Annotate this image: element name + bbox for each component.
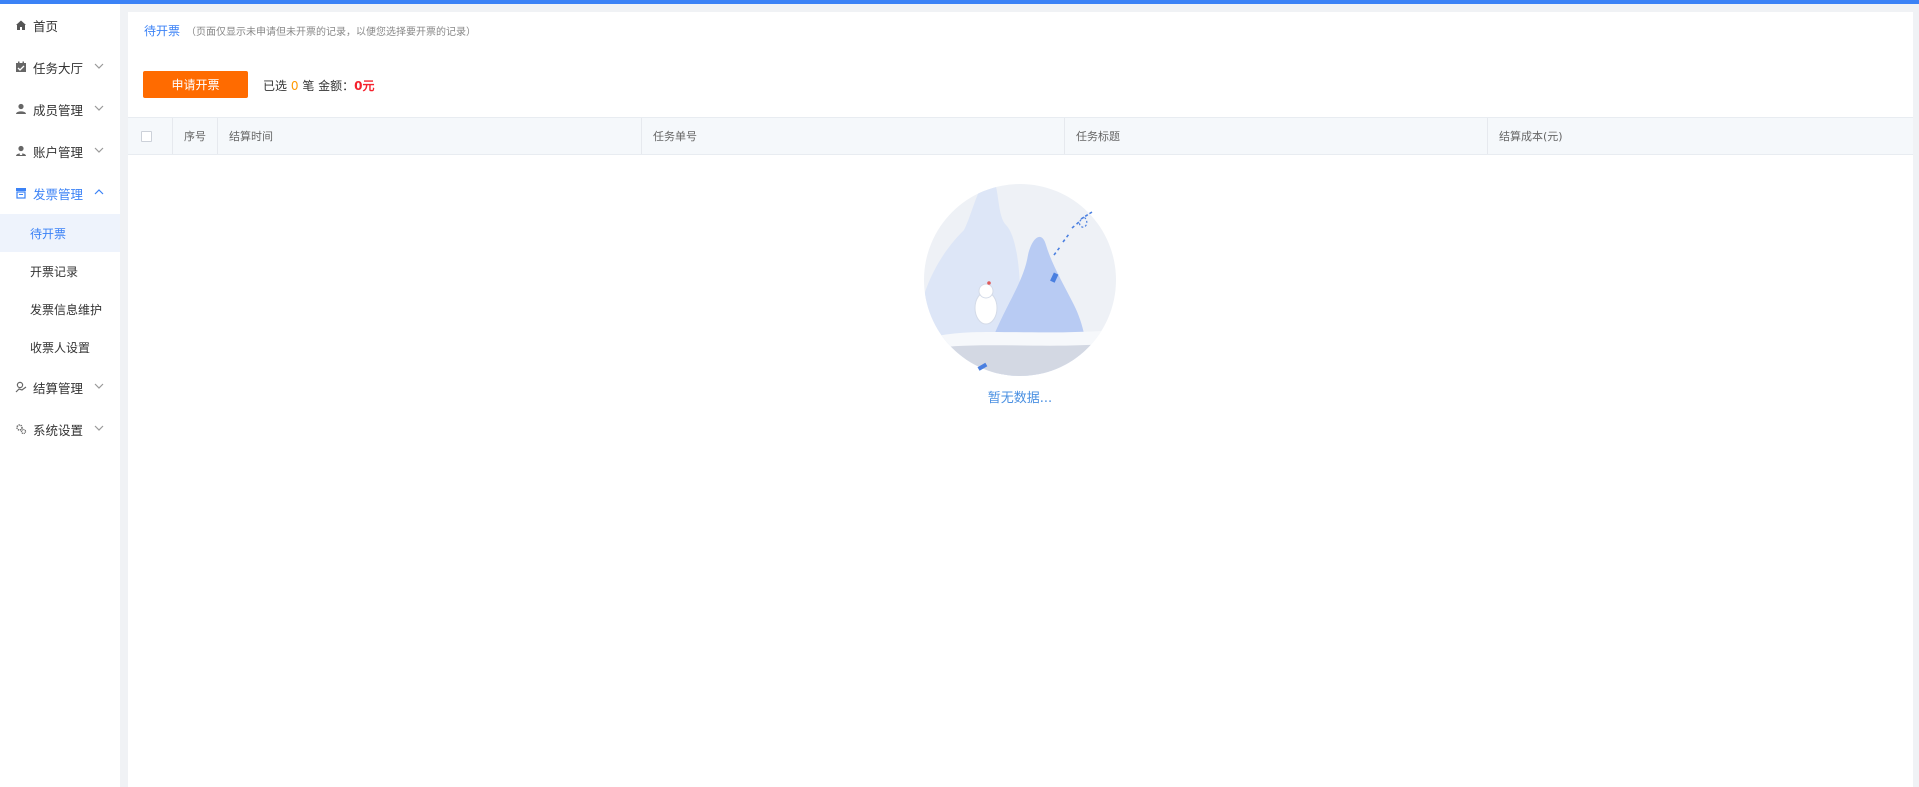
gear-icon [14, 422, 28, 436]
sidebar-subitem-invoice-info[interactable]: 发票信息维护 [0, 290, 120, 328]
page-title: 待开票 [144, 24, 181, 38]
selection-summary: 已选 0 笔 金额：0元 [263, 77, 375, 94]
column-header-index: 序号 [173, 118, 218, 154]
chevron-up-icon [92, 185, 106, 199]
empty-state-text: 暂无数据... [987, 391, 1053, 406]
selected-unit: 笔 金额： [302, 79, 355, 93]
settlement-icon [14, 380, 28, 394]
sidebar-item-accounts[interactable]: 账户管理 [0, 130, 120, 172]
sidebar-item-label: 系统设置 [33, 422, 84, 438]
sidebar-item-invoices[interactable]: 发票管理 [0, 172, 120, 214]
sidebar-item-members[interactable]: 成员管理 [0, 88, 120, 130]
column-header-task-title: 任务标题 [1065, 118, 1488, 154]
task-icon [14, 60, 28, 74]
sidebar-subitem-pending-invoice[interactable]: 待开票 [0, 214, 120, 252]
sidebar-item-label: 发票管理 [33, 186, 84, 202]
sidebar-subitem-invoice-records[interactable]: 开票记录 [0, 252, 120, 290]
member-icon [14, 102, 28, 116]
sidebar-item-label: 首页 [33, 18, 59, 34]
header-select-cell [128, 118, 173, 154]
sidebar-item-task-hall[interactable]: 任务大厅 [0, 46, 120, 88]
sidebar-item-settlement[interactable]: 结算管理 [0, 366, 120, 408]
chevron-down-icon [92, 143, 106, 157]
home-icon [14, 18, 28, 32]
sidebar-subitem-recipient-settings[interactable]: 收票人设置 [0, 328, 120, 366]
account-icon [14, 144, 28, 158]
table-header: 序号 结算时间 任务单号 任务标题 结算成本(元) [128, 117, 1913, 155]
sidebar: 首页 任务大厅 成员管理 账户管理 发票管理 待开票 开票记录 发票信息维护 收… [0, 4, 120, 787]
sidebar-subitem-label: 发票信息维护 [30, 302, 103, 317]
apply-invoice-button[interactable]: 申请开票 [143, 71, 248, 98]
chevron-down-icon [92, 379, 106, 393]
chevron-down-icon [92, 421, 106, 435]
sidebar-item-label: 成员管理 [33, 102, 84, 118]
column-header-settle-cost: 结算成本(元) [1499, 130, 1563, 143]
chevron-down-icon [92, 59, 106, 73]
column-header-settle-time: 结算时间 [218, 118, 642, 154]
sidebar-subitem-label: 收票人设置 [30, 340, 91, 355]
chevron-down-icon [92, 101, 106, 115]
page-note: （页面仅显示未申请但未开票的记录，以便您选择要开票的记录） [186, 27, 476, 38]
invoice-icon [14, 186, 28, 200]
main-panel: 待开票 （页面仅显示未申请但未开票的记录，以便您选择要开票的记录） 申请开票 已… [128, 12, 1913, 787]
top-accent-bar [0, 0, 1919, 4]
sidebar-subitem-label: 开票记录 [30, 264, 79, 279]
empty-illustration [924, 184, 1116, 376]
column-header-task-no: 任务单号 [642, 118, 1065, 154]
selected-count: 0 [290, 79, 299, 93]
empty-state: 暂无数据... [924, 175, 1116, 406]
select-all-checkbox[interactable] [141, 130, 152, 142]
sidebar-item-system-settings[interactable]: 系统设置 [0, 408, 120, 450]
selected-amount: 0元 [354, 79, 375, 93]
sidebar-item-label: 任务大厅 [33, 60, 84, 76]
sidebar-item-label: 账户管理 [33, 144, 84, 160]
sidebar-item-home[interactable]: 首页 [0, 4, 120, 46]
sidebar-subitem-label: 待开票 [30, 226, 67, 241]
selected-prefix: 已选 [263, 79, 288, 93]
sidebar-item-label: 结算管理 [33, 380, 84, 396]
